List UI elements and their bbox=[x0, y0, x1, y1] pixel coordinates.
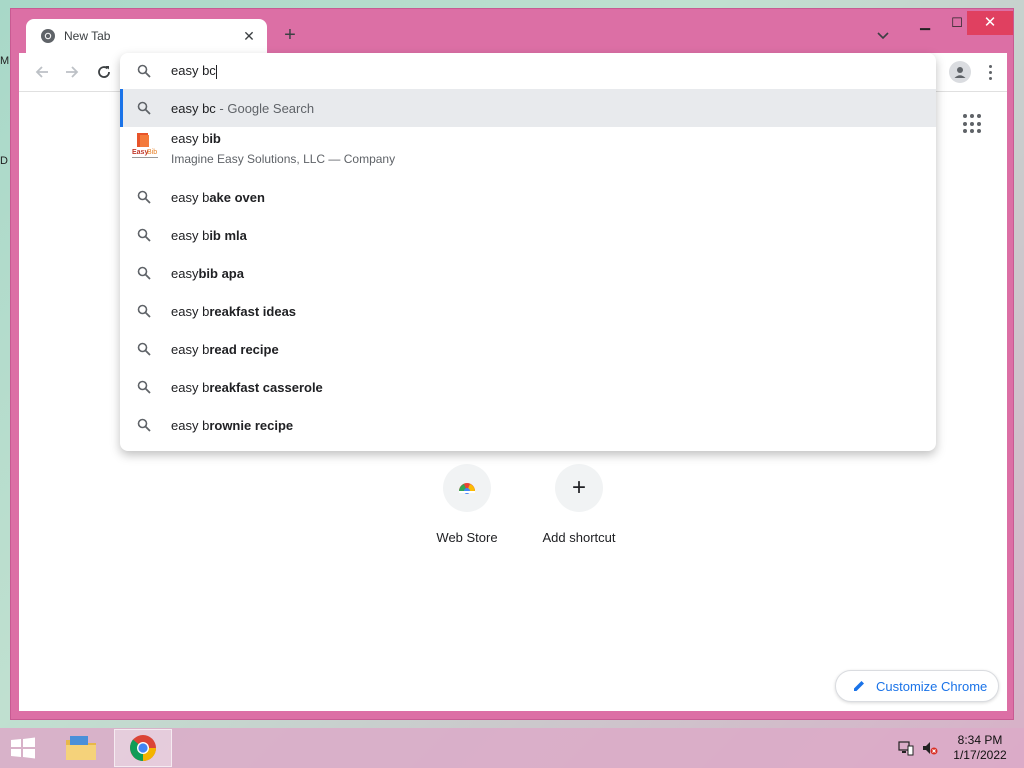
google-apps-grid-icon[interactable] bbox=[963, 114, 983, 134]
reload-icon bbox=[98, 66, 110, 78]
tab-strip: New Tab ✕ + ▁ ☐ ✕ bbox=[11, 9, 1013, 53]
profile-button[interactable] bbox=[949, 61, 971, 83]
suggestion-completion: rownie recipe bbox=[209, 417, 294, 433]
suggestion-row[interactable]: easy brownie recipe bbox=[120, 406, 936, 444]
taskbar-chrome[interactable] bbox=[114, 729, 172, 767]
suggestion-text: easy b bbox=[171, 379, 210, 395]
suggestion-text: easy bc bbox=[171, 100, 216, 116]
new-tab-button[interactable]: + bbox=[279, 24, 301, 46]
suggestion-completion: ib bbox=[209, 131, 221, 146]
search-icon bbox=[137, 228, 151, 242]
suggestion-text: easy b bbox=[171, 341, 210, 357]
taskbar-file-explorer[interactable] bbox=[52, 729, 110, 767]
suggestion-completion: ib mla bbox=[209, 227, 247, 243]
clock-date: 1/17/2022 bbox=[953, 748, 1007, 762]
suggestion-row[interactable]: easy breakfast casserole bbox=[120, 368, 936, 406]
search-icon bbox=[137, 266, 151, 280]
shortcut-label: Add shortcut bbox=[542, 530, 616, 545]
suggestion-row-entity[interactable]: Easy Bib easy bib Imagine Easy Solutions… bbox=[120, 131, 936, 175]
windows-start-icon[interactable] bbox=[8, 736, 38, 760]
customize-chrome-button[interactable]: Customize Chrome bbox=[835, 670, 999, 702]
shortcut-label: Web Store bbox=[436, 530, 498, 545]
search-icon bbox=[137, 380, 151, 394]
close-button[interactable]: ✕ bbox=[967, 11, 1013, 35]
plus-icon: + bbox=[571, 474, 586, 501]
network-icon[interactable] bbox=[898, 740, 914, 756]
suggestion-text: easy b bbox=[171, 303, 210, 319]
suggestion-completion: bib apa bbox=[198, 265, 244, 281]
search-icon bbox=[137, 190, 151, 204]
search-icon bbox=[137, 418, 151, 432]
minimize-button[interactable]: ▁ bbox=[909, 11, 941, 35]
suggestion-row[interactable]: easy bake oven bbox=[120, 178, 936, 216]
tab-new-tab[interactable]: New Tab ✕ bbox=[26, 19, 267, 53]
tab-close-icon[interactable]: ✕ bbox=[241, 28, 257, 45]
entity-subtitle: Imagine Easy Solutions, LLC — Company bbox=[171, 152, 396, 166]
suggestion-completion: read recipe bbox=[209, 341, 279, 357]
suggestion-suffix: - Google Search bbox=[215, 100, 315, 116]
easybib-logo-icon: Easy Bib bbox=[132, 133, 158, 158]
tab-title: New Tab bbox=[64, 29, 111, 43]
search-icon bbox=[137, 64, 151, 78]
suggestion-text: easy b bbox=[171, 131, 210, 146]
omnibox-query: easy bc bbox=[171, 63, 216, 79]
system-clock[interactable]: 8:34 PM 1/17/2022 bbox=[950, 733, 1010, 763]
arrow-right-icon bbox=[66, 66, 79, 78]
suggestion-completion: reakfast ideas bbox=[209, 303, 297, 319]
svg-text:Easy: Easy bbox=[132, 149, 148, 156]
taskbar: 8:34 PM 1/17/2022 bbox=[0, 728, 1024, 768]
reload-button[interactable] bbox=[93, 61, 115, 83]
suggestion-row[interactable]: easy breakfast ideas bbox=[120, 292, 936, 330]
volume-muted-icon[interactable] bbox=[922, 740, 938, 756]
suggestion-row[interactable]: easy bib mla bbox=[120, 216, 936, 254]
person-icon bbox=[954, 67, 966, 78]
suggestion-completion: ake oven bbox=[209, 189, 265, 205]
shortcut-add[interactable]: + Add shortcut bbox=[529, 464, 629, 545]
suggestion-text: easy b bbox=[171, 189, 210, 205]
suggestion-row[interactable]: easy bc - Google Search bbox=[120, 89, 936, 127]
clock-time: 8:34 PM bbox=[957, 733, 1003, 747]
arrow-left-icon bbox=[35, 66, 48, 78]
suggestion-text: easy b bbox=[171, 227, 210, 243]
shortcut-web-store[interactable]: Web Store bbox=[417, 464, 517, 545]
menu-more-icon[interactable] bbox=[983, 61, 997, 83]
folder-icon bbox=[66, 736, 96, 760]
suggestion-row[interactable]: easybib apa bbox=[120, 254, 936, 292]
chrome-icon bbox=[130, 735, 156, 761]
add-shortcut-tile: + bbox=[555, 464, 603, 512]
omnibox-input[interactable]: easy bc bbox=[120, 53, 936, 89]
tab-search-chevron-icon[interactable] bbox=[875, 27, 891, 43]
pencil-icon bbox=[854, 681, 864, 691]
text-caret bbox=[215, 64, 217, 79]
suggestion-completion: reakfast casserole bbox=[209, 379, 323, 395]
suggestion-text: easy bbox=[171, 265, 199, 281]
suggestion-row[interactable]: easy bread recipe bbox=[120, 330, 936, 368]
search-icon bbox=[137, 101, 151, 115]
web-store-icon bbox=[459, 483, 475, 494]
customize-chrome-label: Customize Chrome bbox=[876, 678, 988, 694]
search-icon bbox=[137, 342, 151, 356]
suggestion-text: easy b bbox=[171, 417, 210, 433]
svg-text:Bib: Bib bbox=[147, 149, 157, 156]
search-icon bbox=[137, 304, 151, 318]
omnibox-dropdown: easy bc easy bc - Google Search Easy Bib… bbox=[120, 53, 936, 451]
chrome-favicon-icon bbox=[41, 29, 55, 43]
web-store-tile bbox=[443, 464, 491, 512]
forward-button[interactable] bbox=[61, 61, 83, 83]
back-button[interactable] bbox=[31, 61, 53, 83]
